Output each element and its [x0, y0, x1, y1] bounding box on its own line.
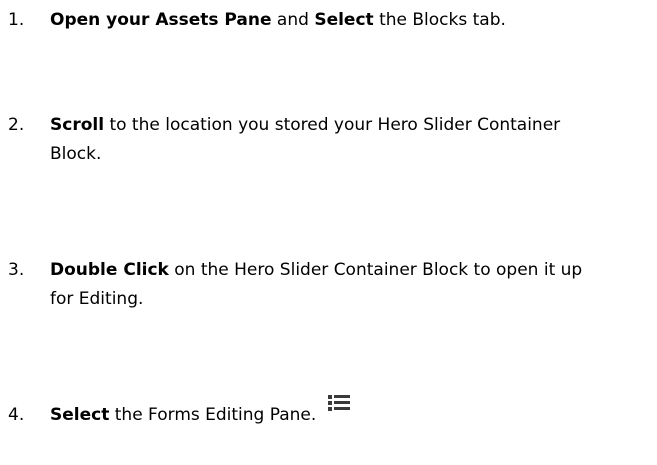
- step-3: 3. Double Click on the Hero Slider Conta…: [8, 256, 657, 314]
- list-icon: [328, 395, 351, 411]
- plain-text: and: [271, 10, 315, 30]
- bold-text: Open your Assets Pane: [50, 10, 272, 30]
- step-text: Double Click on the Hero Slider Containe…: [50, 256, 610, 314]
- instruction-document: 1. Open your Assets Pane and Select the …: [0, 0, 657, 465]
- plain-text: the Forms Editing Pane.: [109, 405, 317, 425]
- plain-text: the Blocks tab.: [373, 10, 506, 30]
- step-text: Scroll to the location you stored your H…: [50, 111, 610, 169]
- bold-text: Select: [314, 10, 374, 30]
- step-2: 2. Scroll to the location you stored you…: [8, 111, 657, 169]
- bold-text: Scroll: [50, 115, 105, 135]
- bold-text: Select: [50, 405, 110, 425]
- step-number: 1.: [8, 10, 25, 30]
- step-number: 2.: [8, 115, 25, 135]
- step-number: 4.: [8, 405, 25, 425]
- step-number: 3.: [8, 260, 25, 280]
- bold-text: Double Click: [50, 260, 169, 280]
- step-4: 4. Select the Forms Editing Pane.: [8, 395, 657, 430]
- plain-text: to the location you stored your Hero Sli…: [50, 115, 561, 164]
- step-text: Open your Assets Pane and Select the Blo…: [50, 6, 650, 35]
- step-text: Select the Forms Editing Pane.: [50, 395, 650, 430]
- step-1: 1. Open your Assets Pane and Select the …: [8, 6, 657, 35]
